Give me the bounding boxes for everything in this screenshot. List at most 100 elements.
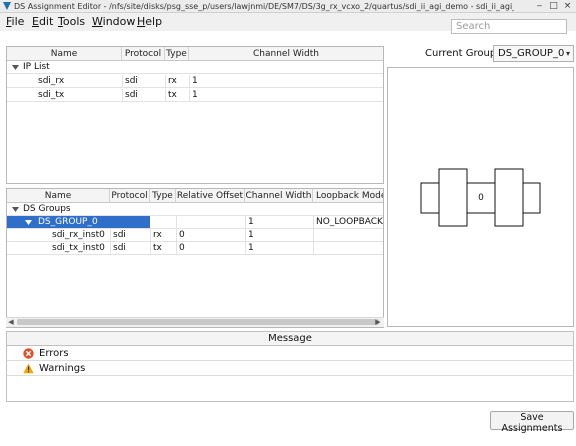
divider	[189, 89, 190, 102]
divider	[110, 242, 111, 255]
ds-col-offset[interactable]: Relative Offset	[176, 189, 245, 203]
message-list-area	[6, 376, 574, 402]
ip-type: tx	[168, 90, 177, 100]
menu-tools[interactable]: Tools	[58, 15, 85, 29]
ds-groups-header: Name Protocol Type Relative Offset Chann…	[7, 189, 383, 203]
divider	[110, 229, 111, 242]
search-input[interactable]	[451, 19, 567, 34]
divider	[245, 229, 246, 242]
divider	[176, 242, 177, 255]
rx-port-box	[420, 182, 440, 214]
menu-edit-mnemonic: E	[32, 15, 39, 28]
window-title: DS Assignment Editor - /nfs/site/disks/p…	[14, 2, 514, 11]
horizontal-scrollbar[interactable]: ◀ ▶	[6, 317, 384, 327]
divider	[176, 216, 177, 229]
group-diagram-panel: 0	[387, 67, 574, 327]
ds-col-protocol[interactable]: Protocol	[110, 189, 150, 203]
ip-name: sdi_rx	[38, 76, 65, 86]
ds-col-name[interactable]: Name	[7, 189, 110, 203]
ds-col-width[interactable]: Channel Width	[245, 189, 313, 203]
divider	[165, 75, 166, 88]
rx-channel-block	[438, 168, 468, 227]
ip-name: sdi_tx	[38, 90, 65, 100]
table-row[interactable]: sdi_rx_inst0 sdi rx 0 1	[7, 229, 383, 242]
chevron-down-icon[interactable]	[12, 65, 19, 71]
inst-offset: 0	[179, 243, 185, 253]
diagram-center-label: 0	[478, 193, 484, 203]
inst-offset: 0	[179, 230, 185, 240]
divider	[245, 242, 246, 255]
message-warnings-row[interactable]: Warnings	[6, 361, 574, 376]
chevron-down-icon: ▾	[565, 49, 570, 58]
ip-type: rx	[168, 76, 177, 86]
tree-row-ip-list[interactable]: IP List	[7, 61, 383, 74]
app-logo-icon	[3, 2, 11, 10]
tree-row-ds-groups[interactable]: DS Groups	[7, 203, 383, 216]
current-group-value: DS_GROUP_0	[498, 48, 565, 59]
ip-protocol: sdi	[125, 76, 138, 86]
divider	[313, 216, 314, 229]
inst-protocol: sdi	[113, 243, 126, 253]
inst-protocol: sdi	[113, 230, 126, 240]
menu-help-label: elp	[145, 15, 163, 28]
warning-icon	[23, 363, 34, 374]
ip-col-width[interactable]: Channel Width	[189, 47, 383, 61]
maximize-icon[interactable]: □	[548, 1, 559, 12]
errors-label: Errors	[39, 348, 69, 359]
window-titlebar: DS Assignment Editor - /nfs/site/disks/p…	[0, 0, 576, 13]
table-row-ds-group-0[interactable]: DS_GROUP_0 1 NO_LOOPBACK	[7, 216, 383, 229]
divider	[165, 89, 166, 102]
inst-name: sdi_tx_inst0	[52, 243, 105, 253]
menu-window[interactable]: Window	[92, 15, 135, 29]
current-group-select[interactable]: DS_GROUP_0 ▾	[493, 45, 574, 62]
inst-width: 1	[248, 230, 254, 240]
divider	[150, 229, 151, 242]
message-errors-row[interactable]: Errors	[6, 346, 574, 361]
table-row[interactable]: sdi_rx sdi rx 1	[7, 75, 383, 88]
menu-window-mnemonic: W	[92, 15, 103, 28]
ip-list-header: Name Protocol Type Channel Width	[7, 47, 383, 61]
save-assignments-button[interactable]: Save Assignments	[490, 411, 574, 434]
menu-window-label: indow	[102, 15, 136, 28]
close-icon[interactable]: ×	[562, 1, 573, 12]
chevron-down-icon[interactable]	[12, 207, 19, 213]
group-loopback: NO_LOOPBACK	[316, 217, 383, 227]
ds-groups-panel: Name Protocol Type Relative Offset Chann…	[6, 188, 384, 328]
ip-col-protocol[interactable]: Protocol	[122, 47, 165, 61]
ds-col-loopback[interactable]: Loopback Mode	[313, 189, 383, 203]
error-icon	[23, 348, 34, 359]
tx-channel-block	[494, 168, 524, 227]
current-group-label: Current Group:	[425, 48, 500, 59]
chevron-down-icon[interactable]	[25, 220, 32, 226]
group-width: 1	[248, 217, 254, 227]
menu-file[interactable]: File	[6, 15, 24, 29]
scroll-left-icon[interactable]: ◀	[6, 318, 16, 327]
tx-port-box	[522, 182, 541, 214]
divider	[245, 216, 246, 229]
table-row[interactable]: sdi_tx sdi tx 1	[7, 89, 383, 102]
scroll-thumb[interactable]	[17, 319, 379, 325]
ds-col-type[interactable]: Type	[150, 189, 176, 203]
inst-type: tx	[153, 243, 162, 253]
ip-col-type[interactable]: Type	[165, 47, 189, 61]
warnings-label: Warnings	[39, 363, 86, 374]
scroll-right-icon[interactable]: ▶	[373, 318, 383, 327]
menu-edit[interactable]: Edit	[32, 15, 53, 29]
ip-protocol: sdi	[125, 90, 138, 100]
tree-label: DS Groups	[23, 204, 71, 214]
inst-type: rx	[153, 230, 162, 240]
menu-help[interactable]: Help	[137, 15, 162, 29]
divider	[122, 75, 123, 88]
divider	[176, 229, 177, 242]
ip-list-panel: Name Protocol Type Channel Width IP List…	[6, 46, 384, 184]
divider	[150, 242, 151, 255]
divider	[189, 75, 190, 88]
minimize-icon[interactable]: ‒	[534, 1, 545, 12]
tree-label: IP List	[23, 62, 50, 72]
table-row[interactable]: sdi_tx_inst0 sdi tx 0 1	[7, 242, 383, 255]
divider	[122, 89, 123, 102]
menu-tools-label: ools	[62, 15, 86, 28]
ip-col-name[interactable]: Name	[7, 47, 122, 61]
divider	[313, 242, 314, 255]
ip-width: 1	[192, 76, 198, 86]
